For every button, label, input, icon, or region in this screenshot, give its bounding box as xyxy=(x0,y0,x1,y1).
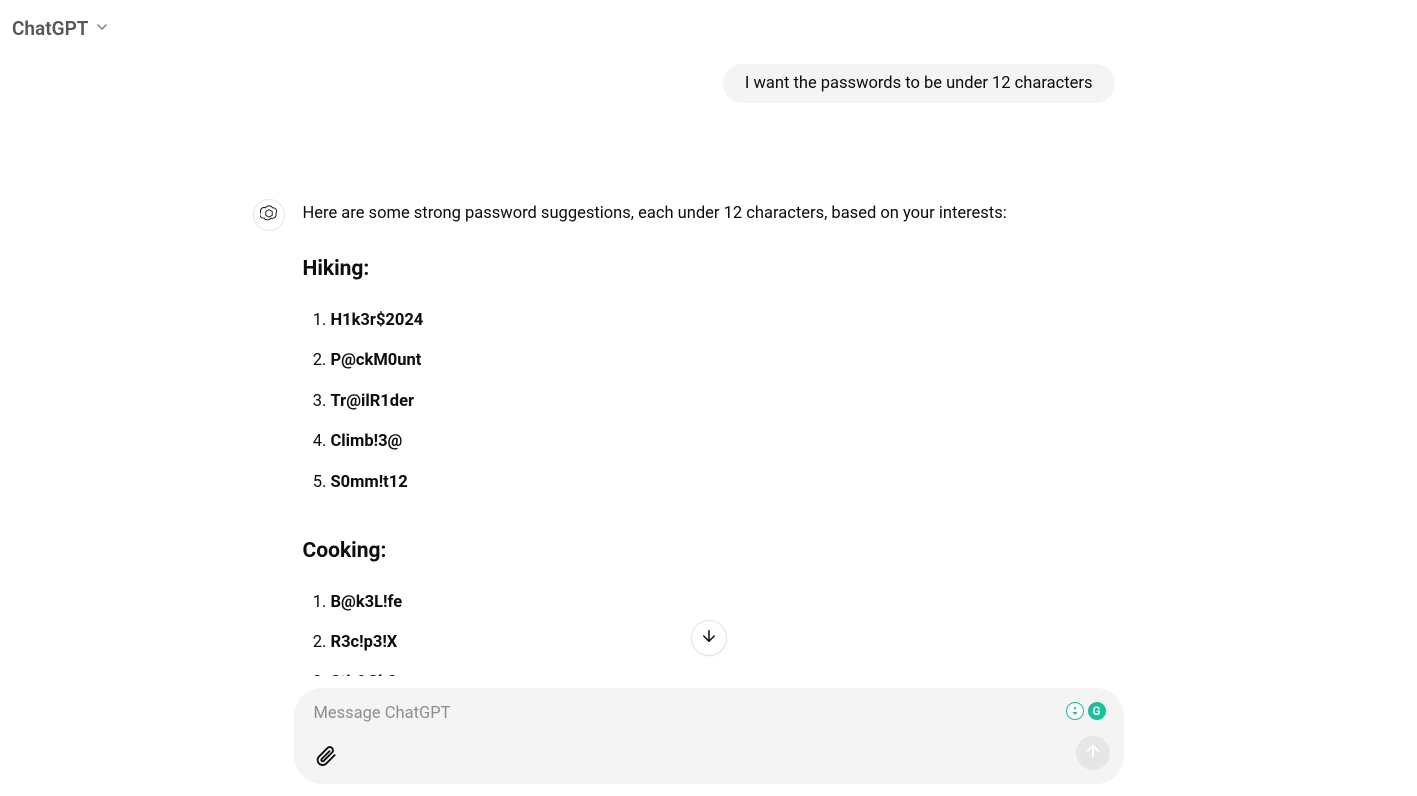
grammarly-suggestions-icon[interactable] xyxy=(1066,702,1084,720)
openai-logo-icon xyxy=(260,204,278,226)
arrow-down-icon xyxy=(700,627,718,649)
password-value: B@k3L!fe xyxy=(331,593,403,612)
assistant-intro-text: Here are some strong password suggestion… xyxy=(303,201,1119,227)
send-button[interactable] xyxy=(1076,736,1110,770)
list-item: H1k3r$2024 xyxy=(331,301,1119,341)
conversation-scroll[interactable]: I want the passwords to be under 12 char… xyxy=(0,56,1417,676)
password-value: Stir&Ch0p xyxy=(331,673,407,676)
scroll-to-bottom-button[interactable] xyxy=(691,620,727,656)
password-value: P@ckM0unt xyxy=(331,351,422,370)
extension-badges: G xyxy=(1066,702,1106,720)
grammarly-g-label: G xyxy=(1092,704,1100,718)
model-selector[interactable]: ChatGPT xyxy=(8,11,114,46)
grammarly-icon[interactable]: G xyxy=(1088,702,1106,720)
list-item: S0mm!t12 xyxy=(331,463,1119,503)
section-heading: Hiking: xyxy=(303,253,1119,287)
arrow-up-icon xyxy=(1084,742,1102,764)
list-item: Stir&Ch0p xyxy=(331,663,1119,676)
user-message-row: I want the passwords to be under 12 char… xyxy=(299,64,1119,103)
model-label: ChatGPT xyxy=(12,17,88,40)
password-value: S0mm!t12 xyxy=(331,473,408,492)
composer: G xyxy=(294,688,1124,784)
password-value: H1k3r$2024 xyxy=(331,311,424,330)
list-item: B@k3L!fe xyxy=(331,583,1119,623)
password-value: Climb!3@ xyxy=(331,432,403,451)
list-item: Tr@ilR1der xyxy=(331,382,1119,422)
password-value: Tr@ilR1der xyxy=(331,392,415,411)
password-list-hiking: H1k3r$2024 P@ckM0unt Tr@ilR1der Climb!3@… xyxy=(303,301,1119,503)
assistant-message-content: Here are some strong password suggestion… xyxy=(303,199,1119,676)
section-heading: Cooking: xyxy=(303,535,1119,569)
list-item: P@ckM0unt xyxy=(331,341,1119,381)
user-message-bubble: I want the passwords to be under 12 char… xyxy=(723,64,1115,103)
chevron-down-icon xyxy=(94,17,110,40)
assistant-avatar xyxy=(253,199,285,231)
list-item: Climb!3@ xyxy=(331,422,1119,462)
paperclip-icon xyxy=(315,745,337,771)
assistant-message-row: Here are some strong password suggestion… xyxy=(299,199,1119,676)
attach-file-button[interactable] xyxy=(312,744,340,772)
message-input[interactable] xyxy=(312,702,1106,725)
password-value: R3c!p3!X xyxy=(331,633,398,652)
